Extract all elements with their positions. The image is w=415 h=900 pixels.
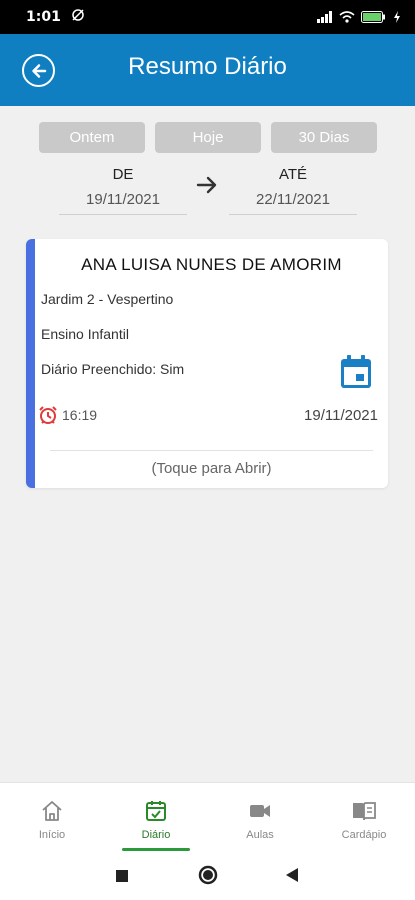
- battery-icon: [361, 8, 387, 27]
- status-bar: 1:01: [0, 0, 415, 34]
- date-to-group: ATÉ 22/11/2021: [229, 166, 357, 215]
- student-name: ANA LUISA NUNES DE AMORIM: [81, 255, 342, 274]
- system-nav-bar: [0, 852, 415, 900]
- filter-30-days-button[interactable]: 30 Dias: [271, 122, 377, 153]
- nav-label-classes: Aulas: [246, 829, 274, 841]
- signal-icon: [317, 8, 333, 27]
- card-divider: [50, 450, 373, 451]
- date-from-label: DE: [112, 166, 134, 183]
- nav-item-diary[interactable]: Diário: [104, 783, 208, 853]
- class-name: Jardim 2 - Vespertino: [41, 291, 174, 307]
- date-filter-group: Ontem Hoje 30 Dias: [39, 122, 377, 153]
- diary-time: 16:19: [62, 407, 98, 423]
- nav-label-menu: Cardápio: [341, 829, 387, 841]
- calendar-icon: [339, 354, 373, 394]
- active-tab-indicator: [122, 848, 190, 851]
- video-icon: [248, 799, 272, 823]
- diary-date: 19/11/2021: [304, 407, 378, 424]
- alarm-clock-icon: [38, 405, 58, 429]
- page-title: Resumo Diário: [128, 53, 287, 80]
- book-icon: [351, 799, 377, 823]
- recents-square-icon[interactable]: [115, 868, 129, 887]
- date-to-field[interactable]: 22/11/2021: [229, 191, 357, 215]
- calendar-check-icon: [144, 799, 168, 823]
- charging-icon: [393, 8, 401, 27]
- back-triangle-icon[interactable]: [285, 867, 299, 887]
- date-from-field[interactable]: 19/11/2021: [59, 191, 187, 215]
- date-from-group: DE 19/11/2021: [59, 166, 187, 215]
- nav-item-classes[interactable]: Aulas: [208, 783, 312, 853]
- filter-today-button[interactable]: Hoje: [155, 122, 261, 153]
- bottom-nav: Início Diário Aulas Cardápio: [0, 782, 415, 853]
- status-time: 1:01: [26, 9, 61, 25]
- wifi-icon: [339, 8, 355, 27]
- home-icon: [40, 799, 64, 823]
- home-circle-icon[interactable]: [198, 865, 218, 889]
- app-bar: Resumo Diário: [0, 34, 415, 106]
- nav-label-home: Início: [38, 829, 66, 841]
- diary-card[interactable]: ANA LUISA NUNES DE AMORIM Jardim 2 - Ves…: [26, 239, 388, 488]
- sync-off-icon: [71, 8, 85, 26]
- nav-item-menu[interactable]: Cardápio: [312, 783, 415, 853]
- nav-label-diary: Diário: [141, 829, 171, 841]
- date-to-label: ATÉ: [278, 166, 308, 183]
- nav-item-home[interactable]: Início: [0, 783, 104, 853]
- education-level: Ensino Infantil: [41, 326, 129, 342]
- diary-filled-status: Diário Preenchido: Sim: [41, 361, 185, 377]
- filter-yesterday-button[interactable]: Ontem: [39, 122, 145, 153]
- arrow-right-icon: [196, 174, 218, 200]
- tap-to-open-hint: (Toque para Abrir): [151, 460, 272, 477]
